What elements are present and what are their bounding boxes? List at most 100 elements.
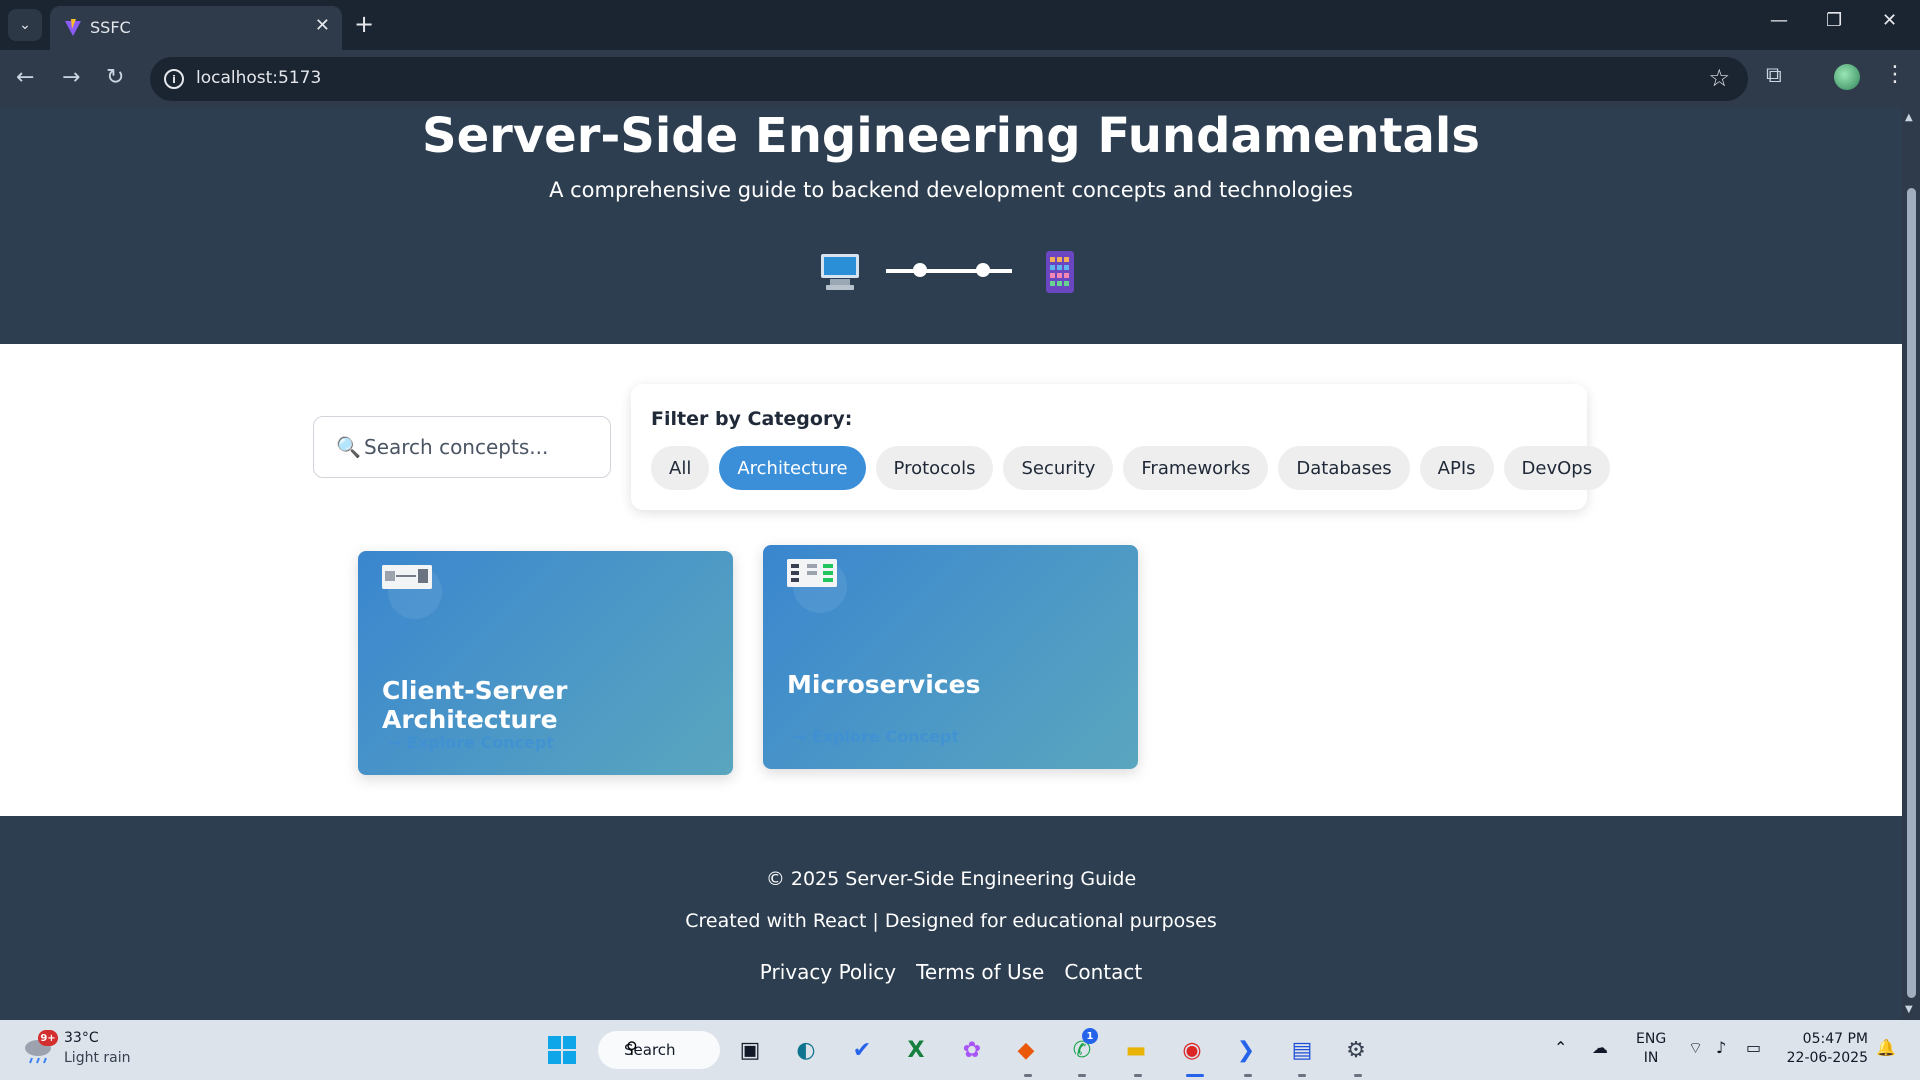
- bookmark-star-icon[interactable]: ☆: [1708, 64, 1730, 92]
- windows-start-icon[interactable]: [546, 1034, 578, 1066]
- brave-icon[interactable]: ◆: [1010, 1034, 1042, 1066]
- taskbar-search[interactable]: Search: [598, 1031, 720, 1069]
- browser-toolbar: ← → ↻ i localhost:5173 ☆ ⧉ ⋮: [0, 50, 1920, 108]
- concept-card-microservices[interactable]: Microservices → Explore Concept: [763, 545, 1138, 769]
- notepad-icon[interactable]: ▤: [1286, 1034, 1318, 1066]
- category-chip-protocols[interactable]: Protocols: [875, 446, 994, 490]
- onedrive-icon[interactable]: ☁: [1592, 1038, 1608, 1057]
- menu-kebab-icon[interactable]: ⋮: [1884, 62, 1906, 87]
- restore-icon[interactable]: ❐: [1826, 10, 1842, 31]
- running-indicator: [1298, 1074, 1306, 1077]
- card-title: Microservices: [787, 670, 981, 699]
- volume-icon[interactable]: ♪: [1716, 1038, 1726, 1057]
- server-rack-icon: [1046, 251, 1074, 293]
- connection-line: [886, 269, 1012, 273]
- todo-icon[interactable]: ✔: [846, 1034, 878, 1066]
- card-title: Client-Server Architecture: [382, 676, 568, 734]
- concept-card-client-server[interactable]: Client-Server Architecture → Explore Con…: [358, 551, 733, 775]
- profile-avatar[interactable]: [1834, 64, 1860, 90]
- chrome-icon[interactable]: ◉: [1176, 1034, 1208, 1066]
- tray-overflow-chevron-icon[interactable]: ⌃: [1554, 1038, 1567, 1057]
- tab-title: SSFC: [90, 18, 131, 37]
- notifications-bell-icon[interactable]: 🔔: [1876, 1038, 1896, 1057]
- search-icon: ⚲: [626, 1038, 638, 1057]
- url-text[interactable]: localhost:5173: [196, 68, 321, 88]
- footer-link-terms[interactable]: Terms of Use: [916, 960, 1044, 984]
- explore-concept-link[interactable]: → Explore Concept: [388, 733, 554, 752]
- page-viewport: Server-Side Engineering Fundamentals A c…: [0, 108, 1902, 1020]
- footer-links: Privacy Policy Terms of Use Contact: [0, 960, 1902, 984]
- category-chip-databases[interactable]: Databases: [1278, 446, 1410, 490]
- weather-description[interactable]: Light rain: [64, 1050, 131, 1066]
- weather-temperature[interactable]: 33°C: [64, 1030, 99, 1046]
- task-view-icon[interactable]: ▣: [734, 1034, 766, 1066]
- browser-tabstrip: ⌄ SSFC ✕ + — ❐ ✕: [0, 0, 1920, 50]
- address-bar[interactable]: i localhost:5173 ☆: [150, 57, 1748, 101]
- filter-label: Filter by Category:: [651, 408, 853, 430]
- category-chip-apis[interactable]: APIs: [1419, 446, 1494, 490]
- minimize-icon[interactable]: —: [1770, 10, 1788, 31]
- windows-taskbar: 9+ 33°C Light rain Search ⚲ ▣ ◐ ✔ X ✿ ◆ …: [0, 1020, 1920, 1080]
- page-scrollbar[interactable]: ▲ ▼: [1902, 108, 1920, 1020]
- whatsapp-badge: 1: [1082, 1028, 1098, 1044]
- tab-close-icon[interactable]: ✕: [315, 15, 330, 36]
- browser-tab[interactable]: SSFC ✕: [50, 6, 342, 50]
- footer-copyright: © 2025 Server-Side Engineering Guide: [765, 868, 1137, 890]
- running-indicator: [1354, 1074, 1362, 1077]
- excel-icon[interactable]: X: [900, 1034, 932, 1066]
- scroll-thumb[interactable]: [1907, 188, 1916, 998]
- category-chip-security[interactable]: Security: [1003, 446, 1114, 490]
- vscode-icon[interactable]: ❯: [1230, 1034, 1262, 1066]
- clock-time: 05:47 PM: [1802, 1031, 1868, 1047]
- new-tab-icon[interactable]: +: [354, 10, 374, 38]
- scroll-down-icon[interactable]: ▼: [1905, 1004, 1913, 1015]
- search-icon: 🔍: [336, 435, 361, 459]
- computer-icon: [821, 254, 859, 290]
- running-indicator: [1244, 1074, 1252, 1077]
- microservices-diagram-icon: [787, 559, 837, 587]
- category-chip-all[interactable]: All: [651, 446, 710, 490]
- input-language[interactable]: ENG IN: [1636, 1030, 1666, 1068]
- scroll-up-icon[interactable]: ▲: [1905, 112, 1913, 123]
- page-title: Server-Side Engineering Fundamentals: [422, 108, 1480, 164]
- back-icon[interactable]: ←: [16, 65, 34, 90]
- running-indicator: [1134, 1074, 1142, 1077]
- category-chip-devops[interactable]: DevOps: [1503, 446, 1611, 490]
- copilot-icon[interactable]: ✿: [956, 1034, 988, 1066]
- system-clock[interactable]: 05:47 PM 22-06-2025: [1780, 1030, 1868, 1068]
- category-chips: All Architecture Protocols Security Fram…: [651, 446, 1611, 490]
- notification-badge: 9+: [38, 1030, 58, 1046]
- category-chip-architecture[interactable]: Architecture: [719, 446, 866, 490]
- category-filter-panel: Filter by Category: All Architecture Pro…: [631, 384, 1611, 510]
- running-indicator-active: [1186, 1074, 1204, 1077]
- close-window-icon[interactable]: ✕: [1882, 10, 1897, 31]
- running-indicator: [1024, 1074, 1032, 1077]
- running-indicator: [1078, 1074, 1086, 1077]
- settings-gear-icon[interactable]: ⚙: [1340, 1034, 1372, 1066]
- tab-search-icon[interactable]: ⌄: [8, 9, 42, 41]
- packet-dot: [913, 263, 927, 277]
- clock-date: 22-06-2025: [1786, 1050, 1868, 1066]
- edge-icon[interactable]: ◐: [790, 1034, 822, 1066]
- category-chip-frameworks[interactable]: Frameworks: [1123, 446, 1269, 490]
- explore-concept-link[interactable]: → Explore Concept: [793, 727, 959, 746]
- page-footer: © 2025 Server-Side Engineering Guide Cre…: [0, 816, 1902, 1020]
- packet-dot: [976, 263, 990, 277]
- lang-code: ENG: [1636, 1031, 1667, 1047]
- footer-link-privacy[interactable]: Privacy Policy: [760, 960, 896, 984]
- extensions-icon[interactable]: ⧉: [1766, 63, 1782, 88]
- footer-credit: Created with React | Designed for educat…: [685, 910, 1217, 932]
- footer-link-contact[interactable]: Contact: [1064, 960, 1142, 984]
- file-explorer-icon[interactable]: ▬: [1120, 1034, 1152, 1066]
- lang-region: IN: [1643, 1050, 1659, 1066]
- search-box[interactable]: 🔍: [313, 416, 611, 478]
- battery-icon[interactable]: ▭: [1746, 1038, 1761, 1057]
- hero-header: Server-Side Engineering Fundamentals A c…: [0, 108, 1902, 344]
- forward-icon[interactable]: →: [62, 65, 80, 90]
- site-info-icon[interactable]: i: [164, 69, 184, 89]
- reload-icon[interactable]: ↻: [106, 65, 124, 90]
- client-server-diagram-icon: [382, 565, 432, 589]
- search-input[interactable]: [364, 431, 594, 463]
- wifi-icon[interactable]: ⌔: [1688, 1038, 1703, 1058]
- vite-favicon-icon: [65, 19, 81, 36]
